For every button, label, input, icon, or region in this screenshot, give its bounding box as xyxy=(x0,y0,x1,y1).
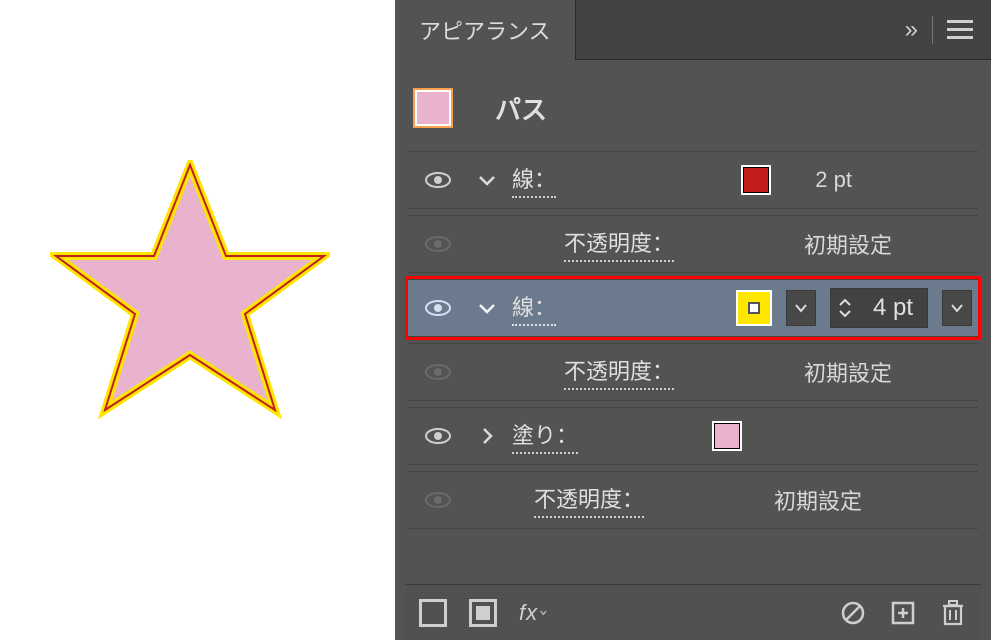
collapse-icon[interactable]: » xyxy=(905,16,918,44)
panel-tab-label: アピアランス xyxy=(419,14,551,46)
stroke-weight-input[interactable]: 4 pt xyxy=(830,288,928,328)
chevron-down-icon[interactable] xyxy=(476,302,498,314)
row-stroke-1-opacity[interactable]: 不透明度： 初期設定 xyxy=(405,212,981,276)
artboard xyxy=(0,0,395,640)
appearance-panel: アピアランス » パス 線： xyxy=(395,0,991,640)
row-fill-1[interactable]: 塗り： xyxy=(405,404,981,468)
delete-item-icon[interactable] xyxy=(939,599,967,627)
duplicate-item-icon[interactable] xyxy=(889,599,917,627)
visibility-toggle[interactable] xyxy=(414,299,462,317)
panel-header: アピアランス » xyxy=(395,0,991,60)
opacity-value[interactable]: 初期設定 xyxy=(804,228,892,260)
panel-tab-appearance[interactable]: アピアランス xyxy=(395,0,576,60)
add-effect-icon[interactable]: fx xyxy=(519,599,547,627)
separator xyxy=(932,16,933,44)
new-fill-icon[interactable] xyxy=(469,599,497,627)
panel-footer: fx xyxy=(405,584,981,640)
opacity-label[interactable]: 不透明度： xyxy=(564,226,674,262)
new-stroke-icon[interactable] xyxy=(419,599,447,627)
panel-body: パス 線： 2 pt xyxy=(395,60,991,640)
weight-dropdown[interactable] xyxy=(942,290,972,326)
row-stroke-1[interactable]: 線： 2 pt xyxy=(405,148,981,212)
stroke-color-swatch[interactable] xyxy=(736,290,772,326)
object-type-label: パス xyxy=(495,90,547,127)
opacity-value[interactable]: 初期設定 xyxy=(804,356,892,388)
clear-appearance-icon[interactable] xyxy=(839,599,867,627)
stroke-weight-value: 4 pt xyxy=(859,294,927,322)
visibility-toggle[interactable] xyxy=(414,171,462,189)
fill-label[interactable]: 塗り： xyxy=(512,418,578,454)
row-stroke-2[interactable]: 線： 4 pt xyxy=(405,276,981,340)
star-shape xyxy=(50,160,330,430)
visibility-toggle[interactable] xyxy=(414,427,462,445)
row-stroke-2-opacity[interactable]: 不透明度： 初期設定 xyxy=(405,340,981,404)
opacity-value[interactable]: 初期設定 xyxy=(774,484,862,516)
color-dropdown[interactable] xyxy=(786,290,816,326)
object-preview-swatch[interactable] xyxy=(413,88,453,128)
stroke-weight-value[interactable]: 2 pt xyxy=(815,167,852,193)
visibility-toggle[interactable] xyxy=(414,363,462,381)
stroke-label[interactable]: 線： xyxy=(512,162,556,198)
weight-stepper[interactable] xyxy=(831,298,859,318)
opacity-label[interactable]: 不透明度： xyxy=(564,354,674,390)
object-title-row: パス xyxy=(405,88,981,148)
chevron-right-icon[interactable] xyxy=(476,427,498,445)
stroke-label[interactable]: 線： xyxy=(512,290,556,326)
visibility-toggle[interactable] xyxy=(414,491,462,509)
visibility-toggle[interactable] xyxy=(414,235,462,253)
fill-color-swatch[interactable] xyxy=(712,421,742,451)
row-object-opacity[interactable]: 不透明度： 初期設定 xyxy=(405,468,981,532)
panel-menu-icon[interactable] xyxy=(947,20,973,39)
stroke-color-swatch[interactable] xyxy=(741,165,771,195)
chevron-down-icon[interactable] xyxy=(476,174,498,186)
opacity-label[interactable]: 不透明度： xyxy=(534,482,644,518)
